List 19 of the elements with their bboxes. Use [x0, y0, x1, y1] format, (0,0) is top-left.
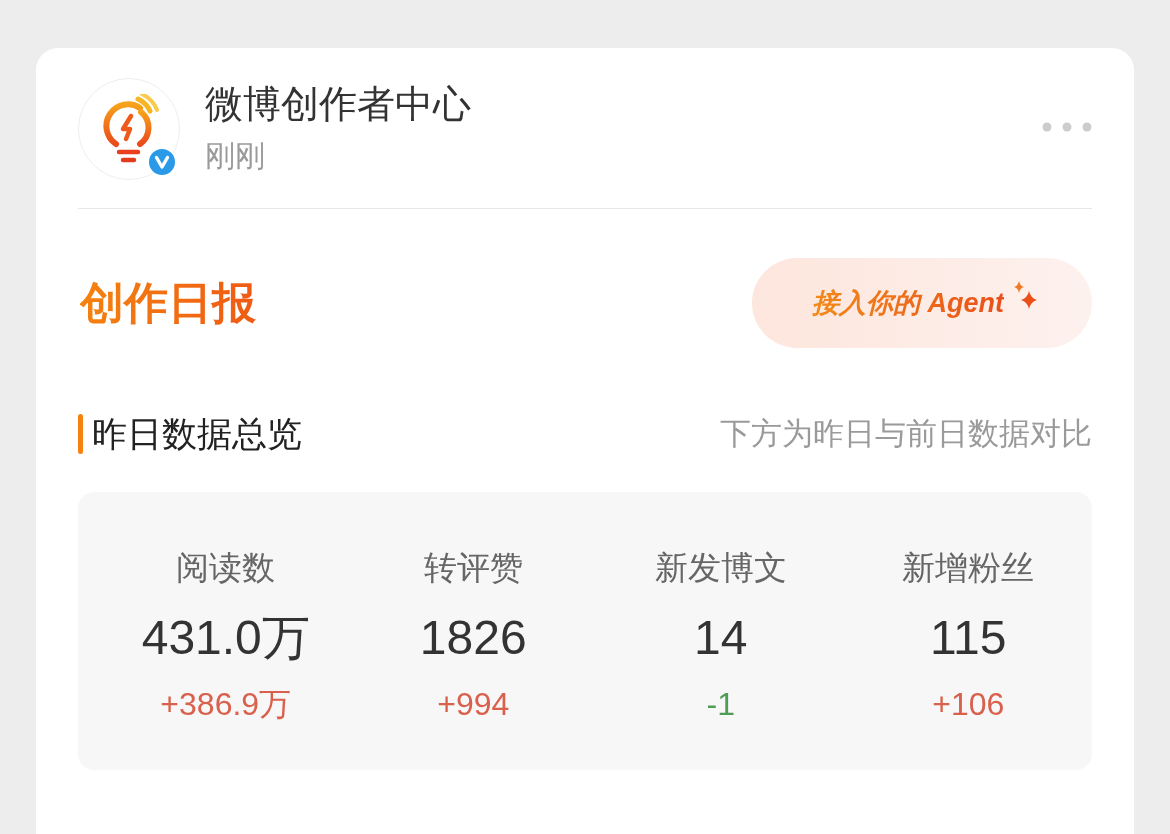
stat-label: 新增粉丝	[902, 548, 1035, 588]
stat-change: +106	[932, 685, 1005, 724]
stat-value: 431.0万	[141, 610, 310, 666]
sparkle-icon	[1012, 281, 1038, 311]
section-title: 昨日数据总览	[92, 413, 302, 455]
stat-change: -1	[706, 685, 735, 724]
stat-value: 1826	[419, 610, 527, 666]
stat-value: 115	[930, 610, 1007, 666]
stat-label: 新发博文	[654, 548, 787, 588]
more-dots-icon	[1042, 122, 1092, 132]
stat-value: 14	[694, 610, 748, 666]
accent-bar	[78, 414, 83, 454]
post-time: 刚刚	[205, 138, 265, 174]
stat-label: 转评赞	[423, 548, 523, 588]
stat-change: +386.9万	[160, 685, 292, 724]
stat-change: +994	[437, 685, 510, 724]
comparison-note: 下方为昨日与前日数据对比	[720, 415, 1092, 453]
stat-label: 阅读数	[176, 548, 276, 588]
author-name[interactable]: 微博创作者中心	[205, 80, 471, 128]
